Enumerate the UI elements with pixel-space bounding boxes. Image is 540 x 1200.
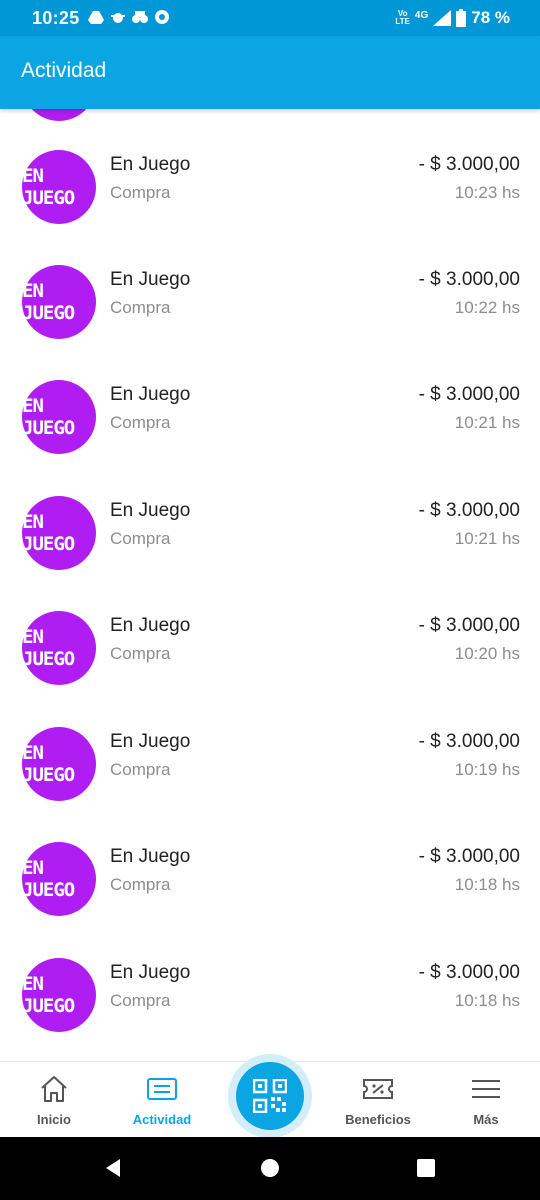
transaction-amount: - $ 3.000,00 [418, 962, 520, 983]
merchant-name: En Juego [110, 615, 191, 636]
merchant-name: En Juego [110, 269, 191, 290]
network-type: 4G [414, 9, 429, 21]
transaction-amount: - $ 3.000,00 [418, 500, 520, 521]
transaction-type: Compra [110, 413, 171, 432]
volte-indicator: Vo LTE [395, 9, 410, 26]
merchant-name: En Juego [110, 500, 191, 521]
merchant-avatar: EN JUEGO [22, 842, 96, 916]
bottom-nav: Inicio Actividad Beneficios Más [0, 1054, 540, 1138]
merchant-name: En Juego [110, 962, 191, 983]
merchant-logo: EN JUEGO [22, 280, 75, 324]
nav-inicio[interactable]: Inicio [0, 1062, 108, 1138]
merchant-avatar: EN JUEGO [22, 727, 96, 801]
activity-list[interactable]: EN JUEGO En Juego Compra - $ 3.000,00 10… [0, 109, 540, 1061]
merchant-name: En Juego [110, 731, 191, 752]
menu-icon [472, 1080, 500, 1098]
coupon-icon [363, 1079, 393, 1099]
qr-scan-button[interactable] [236, 1062, 304, 1130]
transaction-type: Compra [110, 760, 171, 779]
app-bar: Actividad [0, 36, 540, 109]
transaction-time: 10:19 hs [454, 760, 520, 779]
transaction-amount: - $ 3.000,00 [418, 269, 520, 290]
transaction-amount: - $ 3.000,00 [418, 384, 520, 405]
list-item[interactable]: EN JUEGO En Juego Compra - $ 3.000,00 10… [0, 362, 540, 478]
back-icon[interactable] [102, 1157, 124, 1179]
battery-icon [456, 9, 467, 27]
merchant-name: En Juego [110, 846, 191, 867]
list-item[interactable]: EN JUEGO En Juego Compra - $ 3.000,00 10… [0, 593, 540, 709]
merchant-logo: EN JUEGO [22, 973, 75, 1017]
transaction-type: Compra [110, 875, 171, 894]
merchant-avatar: EN JUEGO [22, 150, 96, 224]
nav-beneficios[interactable]: Beneficios [324, 1062, 432, 1138]
nav-inicio-label: Inicio [37, 1112, 71, 1127]
transaction-type: Compra [110, 183, 171, 202]
merchant-avatar [22, 109, 96, 121]
merchant-avatar: EN JUEGO [22, 611, 96, 685]
nav-beneficios-label: Beneficios [345, 1112, 411, 1127]
merchant-logo: EN JUEGO [22, 511, 75, 555]
system-nav-bar [0, 1137, 540, 1200]
notification-icons [88, 9, 170, 25]
transaction-amount: - $ 3.000,00 [418, 154, 520, 175]
home-icon [41, 1076, 67, 1102]
transaction-amount: - $ 3.000,00 [418, 615, 520, 636]
merchant-logo: EN JUEGO [22, 395, 75, 439]
transaction-type: Compra [110, 991, 171, 1010]
signal-icon [433, 10, 452, 26]
nav-mas-label: Más [473, 1112, 499, 1127]
nav-mas[interactable]: Más [432, 1062, 540, 1138]
list-item[interactable]: EN JUEGO En Juego Compra - $ 3.000,00 10… [0, 247, 540, 363]
list-item[interactable]: EN JUEGO En Juego Compra - $ 3.000,00 10… [0, 824, 540, 940]
merchant-avatar: EN JUEGO [22, 496, 96, 570]
nav-actividad[interactable]: Actividad [108, 1062, 216, 1138]
transaction-time: 10:18 hs [454, 991, 520, 1010]
list-item[interactable]: EN JUEGO En Juego Compra - $ 3.000,00 10… [0, 709, 540, 825]
drive-icon [88, 11, 104, 24]
activity-icon [147, 1078, 177, 1100]
list-item[interactable]: EN JUEGO En Juego Compra - $ 3.000,00 10… [0, 478, 540, 594]
bug-icon [111, 13, 125, 23]
status-right: Vo LTE 4G 78 % [395, 8, 510, 28]
qr-code-icon [253, 1079, 287, 1113]
list-item[interactable]: EN JUEGO En Juego Compra - $ 3.000,00 10… [0, 132, 540, 248]
merchant-avatar: EN JUEGO [22, 265, 96, 339]
transaction-time: 10:21 hs [454, 529, 520, 548]
transaction-type: Compra [110, 298, 171, 317]
transaction-amount: - $ 3.000,00 [418, 731, 520, 752]
battery-level: 78 % [471, 8, 510, 27]
transaction-type: Compra [110, 529, 171, 548]
transaction-time: 10:22 hs [454, 298, 520, 317]
chrome-icon [155, 10, 169, 24]
list-item[interactable]: EN JUEGO En Juego Compra - $ 3.000,00 10… [0, 940, 540, 1056]
transaction-time: 10:21 hs [454, 413, 520, 432]
transaction-time: 10:23 hs [454, 183, 520, 202]
home-button-icon[interactable] [259, 1157, 281, 1179]
merchant-logo: EN JUEGO [22, 742, 75, 786]
page-title: Actividad [21, 59, 107, 82]
merchant-avatar: EN JUEGO [22, 958, 96, 1032]
transaction-amount: - $ 3.000,00 [418, 846, 520, 867]
merchant-avatar: EN JUEGO [22, 380, 96, 454]
merchant-logo: EN JUEGO [22, 857, 75, 901]
merchant-name: En Juego [110, 154, 191, 175]
transaction-time: 10:18 hs [454, 875, 520, 894]
merchant-logo: EN JUEGO [22, 626, 75, 670]
transaction-type: Compra [110, 644, 171, 663]
merchant-name: En Juego [110, 384, 191, 405]
merchant-logo: EN JUEGO [22, 165, 75, 209]
status-bar: 10:25 Vo LTE 4G 78 % [0, 0, 540, 36]
nav-actividad-label: Actividad [132, 1112, 192, 1127]
recents-icon[interactable] [415, 1157, 437, 1179]
binoculars-icon [132, 11, 148, 23]
transaction-time: 10:20 hs [454, 644, 520, 663]
status-time: 10:25 [32, 8, 80, 28]
